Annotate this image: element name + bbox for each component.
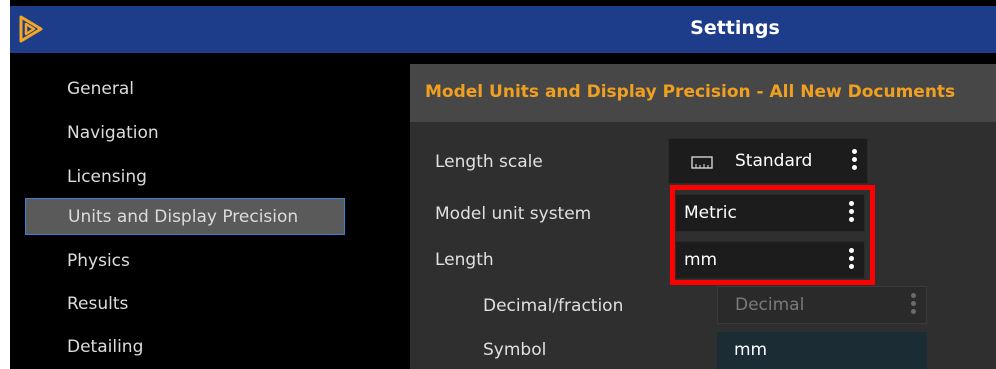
more-options-icon[interactable] <box>851 149 857 173</box>
decimal-fraction-dropdown[interactable]: Decimal <box>717 286 927 324</box>
length-label: Length <box>435 250 494 270</box>
more-options-icon[interactable] <box>848 201 854 225</box>
title-bar: Settings <box>10 6 996 53</box>
decimal-fraction-label: Decimal/fraction <box>483 296 624 316</box>
ruler-icon <box>691 156 713 169</box>
sidebar-item-detailing[interactable]: Detailing <box>25 329 345 366</box>
settings-sidebar: General Navigation Licensing Units and D… <box>10 53 395 369</box>
section-title: Model Units and Display Precision - All … <box>425 82 956 102</box>
more-options-icon[interactable] <box>910 293 916 317</box>
settings-window: Settings General Navigation Licensing Un… <box>10 0 996 369</box>
sidebar-item-general[interactable]: General <box>25 71 345 108</box>
more-options-icon[interactable] <box>848 248 854 272</box>
settings-panel: Model Units and Display Precision - All … <box>410 64 996 369</box>
sidebar-item-navigation[interactable]: Navigation <box>25 115 345 152</box>
section-header: Model Units and Display Precision - All … <box>410 64 996 122</box>
sidebar-item-licensing[interactable]: Licensing <box>25 159 345 196</box>
sidebar-item-label: Units and Display Precision <box>68 207 299 227</box>
length-scale-dropdown[interactable]: Standard <box>668 138 868 184</box>
model-unit-system-label: Model unit system <box>435 204 592 224</box>
decimal-fraction-value: Decimal <box>735 295 805 315</box>
length-value: mm <box>684 250 718 270</box>
length-dropdown[interactable]: mm <box>675 241 865 279</box>
length-scale-value: Standard <box>735 151 813 171</box>
model-unit-system-value: Metric <box>684 203 737 223</box>
sidebar-item-label: Navigation <box>67 123 159 143</box>
sidebar-item-label: Licensing <box>67 167 147 187</box>
symbol-field[interactable]: mm <box>717 332 927 369</box>
sidebar-item-results[interactable]: Results <box>25 286 345 323</box>
window-title: Settings <box>690 17 780 39</box>
model-unit-system-dropdown[interactable]: Metric <box>675 194 865 232</box>
symbol-value: mm <box>734 340 768 360</box>
sidebar-item-label: Results <box>67 294 129 314</box>
sidebar-item-label: General <box>67 79 134 99</box>
symbol-label: Symbol <box>483 340 547 360</box>
length-scale-label: Length scale <box>435 152 543 172</box>
sidebar-item-physics[interactable]: Physics <box>25 243 345 280</box>
app-logo-icon <box>19 15 43 43</box>
sidebar-item-label: Physics <box>67 251 130 271</box>
sidebar-item-label: Detailing <box>67 337 144 357</box>
sidebar-item-units-and-display-precision[interactable]: Units and Display Precision <box>25 198 345 235</box>
